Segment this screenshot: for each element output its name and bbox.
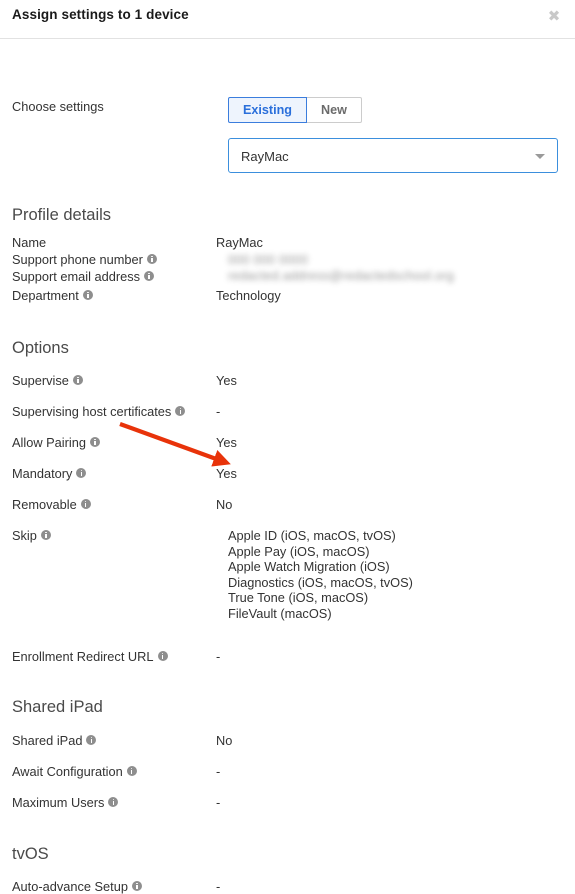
row-allow-pairing: Allow Pairing Yes [0, 435, 575, 450]
row-department: Department Technology [0, 288, 575, 303]
info-icon[interactable] [175, 406, 186, 416]
row-await-configuration: Await Configuration - [0, 764, 575, 779]
section-title-options: Options [12, 339, 69, 357]
row-value-department: Technology [216, 288, 281, 303]
row-label-maximum-users: Maximum Users [0, 795, 216, 810]
row-supervise: Supervise Yes [0, 373, 575, 388]
row-label-mandatory: Mandatory [0, 466, 216, 481]
info-icon[interactable] [40, 530, 51, 540]
skip-item: FileVault (macOS) [228, 605, 332, 621]
row-value-allow-pairing: Yes [216, 435, 237, 450]
skip-item: True Tone (iOS, macOS) [228, 590, 369, 606]
row-mandatory: Mandatory Yes [0, 466, 575, 481]
settings-source-toggle: Existing New [228, 97, 362, 123]
row-value-await-configuration: - [216, 764, 221, 779]
page-title: Assign settings to 1 device [12, 7, 189, 22]
tab-new[interactable]: New [306, 97, 362, 123]
skip-item: Apple Watch Migration (iOS) [228, 559, 390, 575]
row-label-name: Name [12, 235, 47, 250]
row-enrollment-redirect-url: Enrollment Redirect URL - [0, 649, 575, 664]
row-value-maximum-users: - [216, 795, 221, 810]
row-label-text: Supervising host certificates [12, 404, 172, 419]
info-icon[interactable] [131, 881, 142, 891]
row-label-supervising-host-certificates: Supervising host certificates [0, 404, 216, 419]
row-removable: Removable No [0, 497, 575, 512]
tab-existing[interactable]: Existing [228, 97, 307, 123]
section-title-shared-ipad: Shared iPad [12, 698, 103, 716]
row-label-department: Department [0, 288, 216, 303]
row-value-mandatory: Yes [216, 466, 237, 481]
row-value-shared-ipad: No [216, 733, 233, 748]
modal-header: Assign settings to 1 device ✖ [0, 0, 575, 39]
info-icon[interactable] [146, 254, 157, 264]
profile-select-value: RayMac [241, 149, 289, 164]
info-icon[interactable] [144, 271, 155, 281]
row-label-await-configuration: Await Configuration [0, 764, 216, 779]
row-label-text: Enrollment Redirect URL [12, 649, 154, 664]
row-label-supervise: Supervise [0, 373, 216, 388]
close-icon[interactable]: ✖ [545, 8, 563, 26]
row-value-supervising-host-certificates: - [216, 404, 221, 419]
section-title-profile-details: Profile details [12, 206, 112, 224]
row-label-text: Supervise [12, 373, 69, 388]
row-label-removable: Removable [0, 497, 216, 512]
info-icon[interactable] [89, 437, 100, 447]
chevron-down-icon [535, 154, 545, 159]
row-value-supervise: Yes [216, 373, 237, 388]
row-label-enrollment-redirect-url: Enrollment Redirect URL [0, 649, 216, 664]
row-shared-ipad: Shared iPad No [0, 733, 575, 748]
row-value-name: RayMac [216, 235, 263, 250]
row-value-auto-advance-setup: - [216, 879, 221, 894]
row-label-text: Shared iPad [12, 733, 83, 748]
row-supervising-host-certificates: Supervising host certificates - [0, 404, 575, 419]
row-value-enrollment-redirect-url: - [216, 649, 221, 664]
info-icon[interactable] [157, 651, 168, 661]
row-label-text: Maximum Users [12, 795, 105, 810]
info-icon[interactable] [72, 375, 83, 385]
section-title-tvos: tvOS [12, 845, 49, 863]
row-value-support-email-address-redacted: redacted.address@redactedschool.org [228, 269, 455, 283]
info-icon[interactable] [86, 735, 97, 745]
row-label-text: Skip [12, 528, 37, 543]
info-icon[interactable] [82, 290, 93, 300]
row-label-text: Support phone number [12, 252, 143, 267]
row-value-skip-list: Apple ID (iOS, macOS, tvOS) Apple Pay (i… [228, 528, 413, 622]
row-label-text: Auto-advance Setup [12, 879, 128, 894]
info-icon[interactable] [126, 766, 137, 776]
choose-settings-label: Choose settings [12, 99, 104, 114]
skip-item: Apple ID (iOS, macOS, tvOS) [228, 528, 396, 543]
row-label-support-email-address: Support email address [0, 269, 216, 284]
info-icon[interactable] [80, 499, 91, 509]
row-label-text: Removable [12, 497, 77, 512]
skip-item: Diagnostics (iOS, macOS, tvOS) [228, 574, 413, 590]
row-label-shared-ipad: Shared iPad [0, 733, 216, 748]
row-value-removable: No [216, 497, 233, 512]
row-label-text: Department [12, 288, 79, 303]
row-name: Name RayMac [0, 235, 575, 250]
row-label-text: Await Configuration [12, 764, 123, 779]
row-label-auto-advance-setup: Auto-advance Setup [0, 879, 216, 894]
row-value-support-phone-number-redacted: 000 000 0000 [228, 253, 309, 267]
profile-select[interactable]: RayMac [228, 138, 558, 173]
row-label-skip: Skip [0, 528, 216, 543]
row-label-allow-pairing: Allow Pairing [0, 435, 216, 450]
row-label-text: Allow Pairing [12, 435, 86, 450]
row-maximum-users: Maximum Users - [0, 795, 575, 810]
info-icon[interactable] [108, 797, 119, 807]
row-label-text: Mandatory [12, 466, 73, 481]
info-icon[interactable] [76, 468, 87, 478]
skip-item: Apple Pay (iOS, macOS) [228, 543, 370, 559]
row-label-text: Support email address [12, 269, 141, 284]
row-label-support-phone-number: Support phone number [0, 252, 216, 267]
row-auto-advance-setup: Auto-advance Setup - [0, 879, 575, 894]
